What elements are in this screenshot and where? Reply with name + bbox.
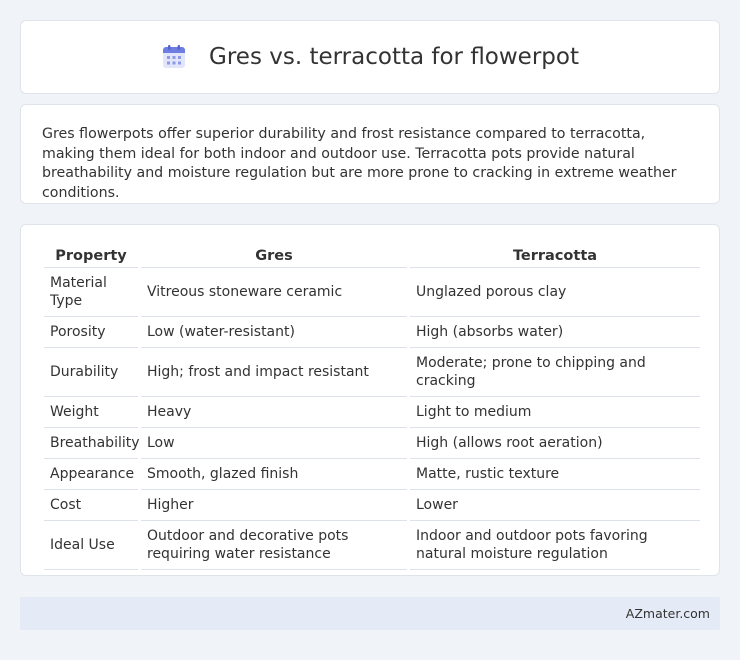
cell-gres: Heavy xyxy=(141,397,407,428)
table-header-row: Property Gres Terracotta xyxy=(44,244,700,268)
cell-terracotta: Light to medium xyxy=(410,397,700,428)
comparison-table: Property Gres Terracotta Material Type V… xyxy=(41,244,703,570)
table-row: Material Type Vitreous stoneware ceramic… xyxy=(44,268,700,317)
cell-terracotta: Unglazed porous clay xyxy=(410,268,700,317)
footer-site-name: AZmater.com xyxy=(625,606,710,621)
cell-terracotta: Indoor and outdoor pots favoring natural… xyxy=(410,521,700,570)
table-row: Cost Higher Lower xyxy=(44,490,700,521)
cell-terracotta: Matte, rustic texture xyxy=(410,459,700,490)
comparison-table-card: Property Gres Terracotta Material Type V… xyxy=(20,224,720,576)
table-row: Ideal Use Outdoor and decorative pots re… xyxy=(44,521,700,570)
summary-text: Gres flowerpots offer superior durabilit… xyxy=(42,126,677,201)
cell-property: Cost xyxy=(44,490,138,521)
table-row: Durability High; frost and impact resist… xyxy=(44,348,700,397)
cell-property: Appearance xyxy=(44,459,138,490)
cell-terracotta: Lower xyxy=(410,490,700,521)
cell-terracotta: High (allows root aeration) xyxy=(410,428,700,459)
cell-property: Porosity xyxy=(44,317,138,348)
table-row: Appearance Smooth, glazed finish Matte, … xyxy=(44,459,700,490)
cell-gres: Smooth, glazed finish xyxy=(141,459,407,490)
column-header-property: Property xyxy=(44,244,138,268)
cell-gres: Low xyxy=(141,428,407,459)
cell-terracotta: Moderate; prone to chipping and cracking xyxy=(410,348,700,397)
cell-gres: Higher xyxy=(141,490,407,521)
table-row: Breathability Low High (allows root aera… xyxy=(44,428,700,459)
cell-property: Weight xyxy=(44,397,138,428)
title-card: Gres vs. terracotta for flowerpot xyxy=(20,20,720,94)
cell-terracotta: High (absorbs water) xyxy=(410,317,700,348)
summary-card: Gres flowerpots offer superior durabilit… xyxy=(20,104,720,204)
cell-gres: Low (water-resistant) xyxy=(141,317,407,348)
cell-property: Ideal Use xyxy=(44,521,138,570)
column-header-terracotta: Terracotta xyxy=(410,244,700,268)
cell-gres: High; frost and impact resistant xyxy=(141,348,407,397)
cell-property: Material Type xyxy=(44,268,138,317)
cell-property: Durability xyxy=(44,348,138,397)
page-title: Gres vs. terracotta for flowerpot xyxy=(209,44,579,70)
cell-gres: Vitreous stoneware ceramic xyxy=(141,268,407,317)
cell-gres: Outdoor and decorative pots requiring wa… xyxy=(141,521,407,570)
column-header-gres: Gres xyxy=(141,244,407,268)
calendar-icon xyxy=(161,44,187,70)
table-row: Weight Heavy Light to medium xyxy=(44,397,700,428)
footer: AZmater.com xyxy=(20,597,720,630)
table-row: Porosity Low (water-resistant) High (abs… xyxy=(44,317,700,348)
cell-property: Breathability xyxy=(44,428,140,459)
